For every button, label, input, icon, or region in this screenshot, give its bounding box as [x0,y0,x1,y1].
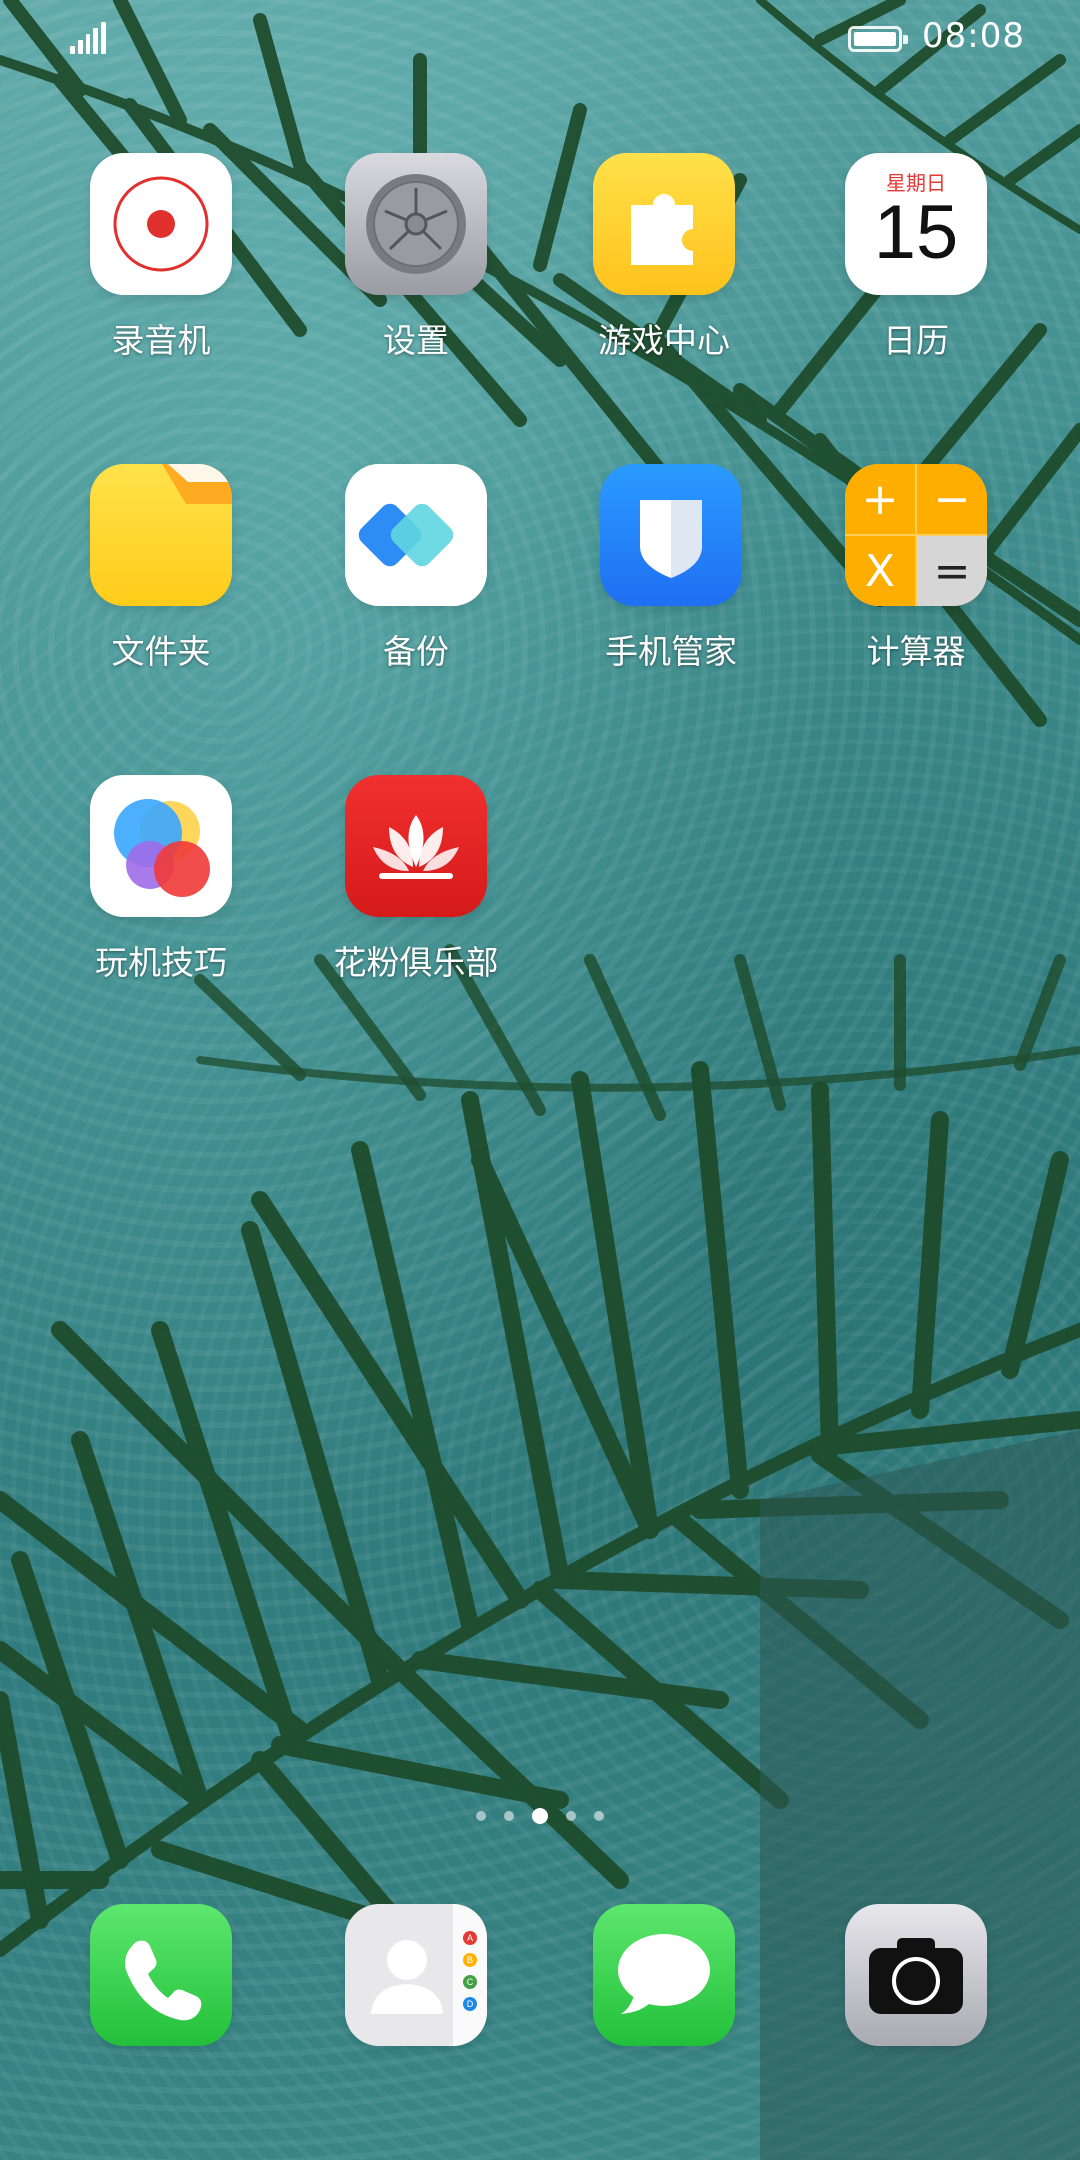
app-label: 日历 [883,321,949,360]
shield-icon [600,464,742,606]
app-label: 备份 [383,632,449,671]
app-label: 手机管家 [605,632,737,671]
dock-contacts[interactable]: A B C D [306,1904,526,2046]
gear-icon [345,153,487,295]
app-files[interactable]: 文件夹 [51,464,271,672]
app-calendar[interactable]: 星期日 15 日历 [806,153,1026,361]
app-label: 游戏中心 [598,321,730,360]
calendar-day: 15 [873,190,959,275]
contacts-letter: D [467,1999,474,2009]
puzzle-icon [593,153,735,295]
calc-plus-key: + [845,464,915,534]
battery-icon [848,26,908,52]
contacts-letter: C [467,1977,474,1987]
dock-phone[interactable] [51,1904,271,2046]
contacts-letter: B [467,1955,473,1965]
app-settings[interactable]: 设置 [306,153,526,361]
app-label: 玩机技巧 [95,943,227,982]
status-time: 08:08 [922,16,1025,56]
calc-multiply-key: X [845,536,915,606]
calendar-icon: 星期日 15 [845,153,987,295]
page-dot[interactable] [594,1811,604,1821]
backup-icon [345,464,487,606]
app-label: 文件夹 [111,632,211,671]
app-calculator[interactable]: + − X = 计算器 [806,464,1026,672]
folder-icon [90,464,232,606]
contacts-icon: A B C D [345,1904,487,2046]
app-label: 录音机 [111,321,211,360]
app-backup[interactable]: 备份 [306,464,526,672]
status-bar: 08:08 [0,0,1080,80]
page-dot[interactable] [504,1811,514,1821]
dock-camera[interactable] [806,1904,1026,2046]
page-dot[interactable] [566,1811,576,1821]
calc-minus-key: − [917,464,987,534]
app-tips[interactable]: 玩机技巧 [51,775,271,983]
app-recorder[interactable]: 录音机 [51,153,271,361]
app-label: 花粉俱乐部 [333,943,499,982]
page-dot-active[interactable] [532,1808,548,1824]
page-dot[interactable] [476,1811,486,1821]
app-label: 计算器 [866,632,966,671]
calc-equals-key: = [917,536,987,606]
recorder-icon [90,153,232,295]
app-fan-club[interactable]: 花粉俱乐部 [306,775,526,983]
phone-icon [90,1904,232,2046]
dock-messages[interactable] [554,1904,774,2046]
contacts-letter: A [467,1933,473,1943]
home-screen: 08:08 录音机 设置 游戏中心 星期日 15 日历 文件夹 备份 手机管家 … [0,0,1080,2160]
app-phone-manager[interactable]: 手机管家 [561,464,781,672]
calculator-icon: + − X = [845,464,987,606]
signal-strength-icon [70,22,106,54]
message-bubble-icon [593,1904,735,2046]
app-label: 设置 [383,321,449,360]
lotus-icon [345,775,487,917]
camera-icon [845,1904,987,2046]
page-indicator [0,1808,1080,1824]
tips-icon [90,775,232,917]
app-game-center[interactable]: 游戏中心 [554,153,774,361]
